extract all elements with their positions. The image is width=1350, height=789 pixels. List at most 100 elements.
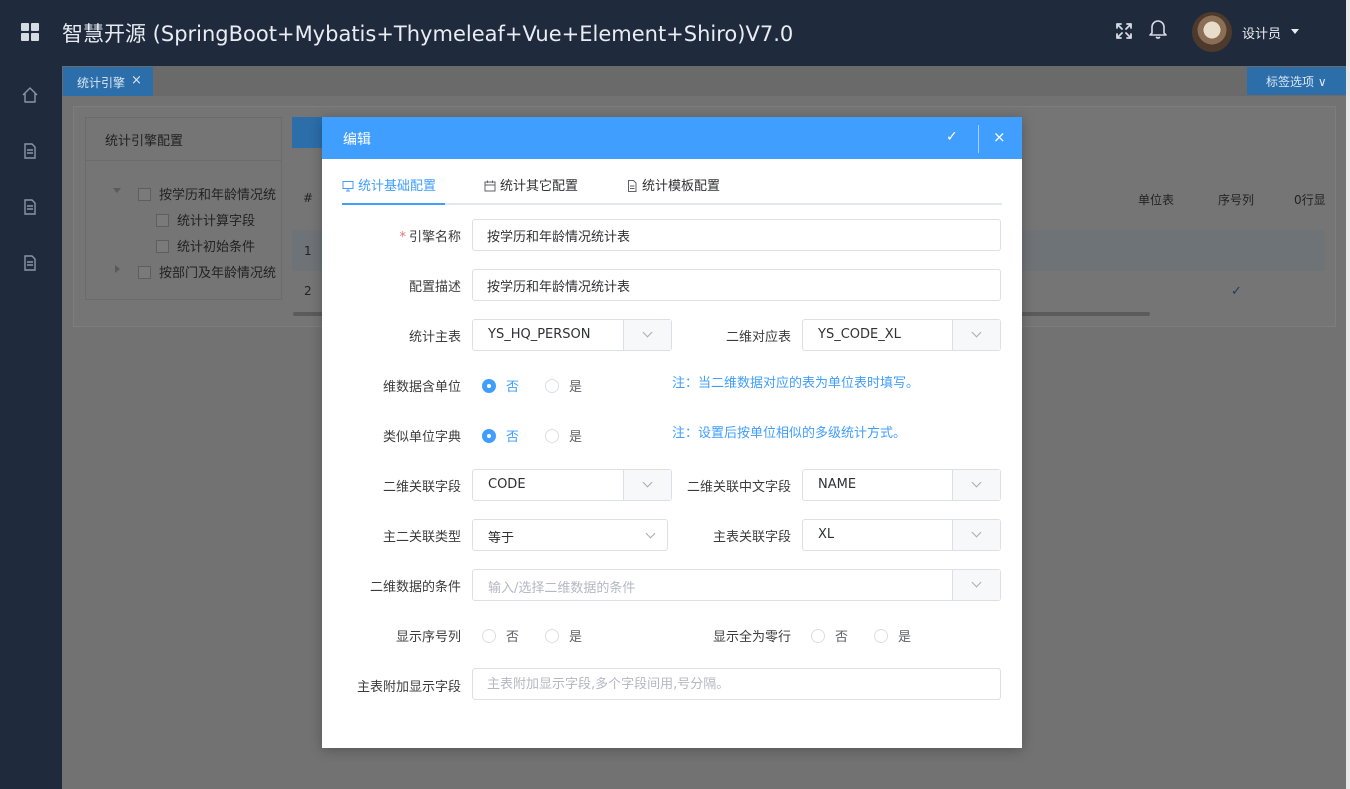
radio-dot — [545, 379, 559, 393]
main-table-select[interactable]: YS_HQ_PERSON — [472, 319, 672, 351]
join-type-label: 主二关联类型 — [382, 530, 461, 545]
document-icon[interactable] — [21, 254, 39, 272]
dim2-table-label: 二维对应表 — [725, 330, 791, 345]
radio-dot — [811, 629, 825, 643]
checkbox[interactable] — [156, 240, 169, 253]
description-label: 配置描述 — [408, 280, 461, 295]
show-seq-label: 显示序号列 — [395, 630, 461, 645]
table-header-unit-table: 单位表 — [1138, 193, 1175, 207]
confirm-icon[interactable]: ✓ — [946, 129, 958, 145]
calendar-icon — [484, 180, 496, 192]
radio-dot — [482, 429, 496, 443]
description-input[interactable] — [472, 269, 1001, 301]
similar-unit-dict-no-radio[interactable]: 否 — [482, 426, 519, 445]
tab-other-config[interactable]: 统计其它配置 — [484, 175, 578, 194]
checkbox[interactable] — [138, 266, 151, 279]
radio-dot — [874, 629, 888, 643]
main-table-value: YS_HQ_PERSON — [488, 327, 591, 342]
dim2-condition-select[interactable]: 输入/选择二维数据的条件 — [472, 569, 1001, 601]
join-type-select[interactable]: 等于 — [472, 519, 668, 551]
radio-dot — [482, 379, 496, 393]
tab-options-button[interactable]: 标签选项 ∨ — [1247, 67, 1346, 95]
extra-fields-input[interactable] — [472, 668, 1001, 700]
document-icon[interactable] — [21, 198, 39, 216]
chevron-down-icon — [645, 528, 656, 539]
divider — [978, 125, 979, 153]
bell-icon[interactable] — [1148, 18, 1168, 40]
dim2-link-field-select[interactable]: CODE — [472, 469, 672, 501]
dim2-condition-placeholder: 输入/选择二维数据的条件 — [488, 581, 636, 596]
checkbox[interactable] — [156, 214, 169, 227]
tab-strip: 统计引擎 × 标签选项 ∨ — [62, 66, 1350, 96]
dropdown-button[interactable] — [952, 320, 1000, 350]
main-link-field-select[interactable]: XL — [802, 519, 1001, 551]
dim2-link-field-label: 二维关联字段 — [382, 480, 461, 495]
row-number: 1 — [304, 244, 312, 258]
main-link-field-value: XL — [818, 527, 835, 542]
app-title: 智慧开源 (SpringBoot+Mybatis+Thymeleaf+Vue+E… — [62, 22, 794, 46]
dialog-title: 编辑 — [343, 132, 371, 148]
show-zero-rows-label: 显示全为零行 — [712, 630, 791, 645]
table-header-index: # — [303, 191, 314, 205]
grid-menu-icon[interactable] — [21, 23, 39, 41]
show-zero-rows-no-radio[interactable]: 否 — [811, 626, 848, 645]
tree-item[interactable]: 统计初始条件 — [156, 236, 255, 255]
tree-item[interactable]: 按部门及年龄情况统 — [138, 262, 276, 281]
tree-collapse-icon[interactable] — [113, 188, 121, 193]
tree-title: 统计引擎配置 — [105, 134, 184, 149]
home-icon[interactable] — [21, 86, 39, 104]
tab-basic-config[interactable]: 统计基础配置 — [342, 175, 436, 194]
radio-dot — [545, 429, 559, 443]
dialog-header: 编辑 ✓ × — [322, 117, 1022, 159]
user-name[interactable]: 设计员 — [1242, 23, 1281, 42]
top-bar: 智慧开源 (SpringBoot+Mybatis+Thymeleaf+Vue+E… — [0, 0, 1350, 66]
caret-down-icon[interactable] — [1291, 29, 1299, 34]
dialog-tabs: 统计基础配置 统计其它配置 统计模板配置 — [342, 175, 1002, 205]
main-link-field-label: 主表关联字段 — [712, 530, 791, 545]
close-icon[interactable]: × — [993, 128, 1006, 146]
sidebar — [0, 66, 62, 789]
fullscreen-icon[interactable] — [1114, 21, 1134, 41]
engine-name-input[interactable] — [472, 219, 1001, 251]
avatar[interactable] — [1192, 12, 1232, 52]
radio-dot — [545, 629, 559, 643]
dim2-cn-field-label: 二维关联中文字段 — [686, 480, 791, 495]
tree-item[interactable]: 按学历和年龄情况统 — [138, 184, 276, 203]
similar-unit-dict-yes-radio[interactable]: 是 — [545, 426, 582, 445]
document-icon[interactable] — [21, 142, 39, 160]
dropdown-button[interactable] — [952, 570, 1000, 600]
show-seq-no-radio[interactable]: 否 — [482, 626, 519, 645]
dim-has-unit-note: 注：当二维数据对应的表为单位表时填写。 — [672, 376, 920, 391]
checkbox[interactable] — [138, 188, 151, 201]
chevron-down-icon — [971, 577, 982, 588]
dim2-cn-field-value: NAME — [818, 477, 857, 492]
table-header-seq-col: 序号列 — [1218, 193, 1255, 207]
divider — [86, 160, 281, 161]
window-border — [1346, 0, 1350, 789]
dim-has-unit-no-radio[interactable]: 否 — [482, 376, 519, 395]
dim-has-unit-yes-radio[interactable]: 是 — [545, 376, 582, 395]
dim2-cn-field-select[interactable]: NAME — [802, 469, 1001, 501]
show-zero-rows-yes-radio[interactable]: 是 — [874, 626, 911, 645]
tree-item[interactable]: 统计计算字段 — [156, 210, 255, 229]
table-header-zero-row: 0行显 — [1294, 193, 1326, 207]
refresh-button[interactable] — [292, 117, 322, 148]
dim2-link-field-value: CODE — [488, 477, 526, 492]
dropdown-button[interactable] — [952, 470, 1000, 500]
monitor-icon — [342, 181, 354, 192]
similar-unit-dict-label: 类似单位字典 — [382, 430, 461, 445]
dropdown-button[interactable] — [623, 320, 671, 350]
chevron-down-icon — [971, 327, 982, 338]
tab-statistics-engine[interactable]: 统计引擎 × — [63, 67, 153, 96]
join-type-value: 等于 — [488, 531, 515, 546]
tree-expand-icon[interactable] — [115, 265, 120, 273]
tab-template-config[interactable]: 统计模板配置 — [626, 175, 720, 194]
tab-label: 统计引擎 — [77, 76, 126, 90]
extra-fields-label: 主表附加显示字段 — [356, 680, 461, 695]
dim2-table-select[interactable]: YS_CODE_XL — [802, 319, 1001, 351]
dropdown-button[interactable] — [952, 520, 1000, 550]
edit-dialog: 编辑 ✓ × 统计基础配置 统计其它配置 统计模板配置 *引擎名称 配置描述 统… — [322, 117, 1022, 748]
show-seq-yes-radio[interactable]: 是 — [545, 626, 582, 645]
chevron-down-icon — [642, 477, 653, 488]
tab-close-icon[interactable]: × — [131, 73, 142, 88]
